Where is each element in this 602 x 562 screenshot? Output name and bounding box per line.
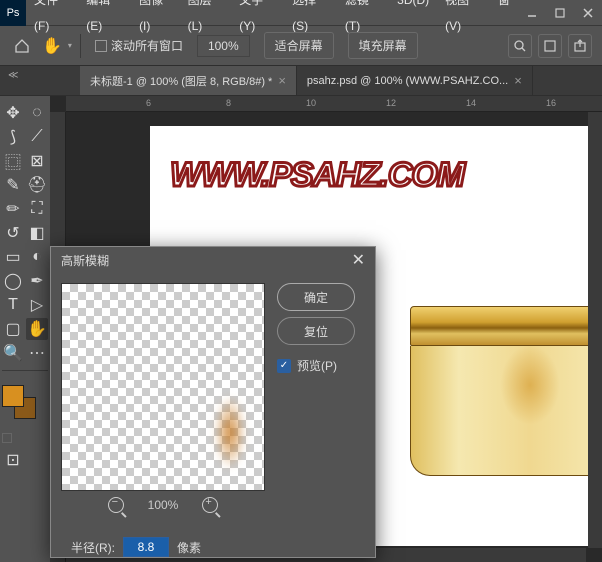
zoom-tool[interactable]: 🔍 (2, 342, 24, 364)
fill-screen-button[interactable]: 填充屏幕 (348, 32, 418, 59)
checkbox-icon (95, 40, 107, 52)
scroll-all-label: 滚动所有窗口 (111, 37, 183, 54)
healing-brush-tool[interactable]: ⛑ (26, 174, 48, 196)
frame-icon[interactable] (538, 34, 562, 58)
rectangle-tool[interactable]: ▢ (2, 318, 24, 340)
horizontal-ruler[interactable]: 6 8 10 12 14 16 (66, 96, 602, 112)
quick-select-tool[interactable]: ⟋ (26, 126, 48, 148)
jar-graphic (410, 306, 602, 476)
tool-preset-home[interactable] (10, 34, 34, 58)
preview-label: 预览(P) (297, 357, 337, 374)
screen-mode-icon[interactable]: ⊡ (2, 449, 24, 471)
pixels-label: 像素 (177, 539, 201, 556)
check-icon: ✓ (277, 359, 291, 373)
brush-tool[interactable]: ✏ (2, 198, 24, 220)
clone-stamp-tool[interactable]: ⛶ (26, 198, 48, 220)
foreground-color[interactable] (2, 385, 24, 407)
blur-preview[interactable] (61, 283, 265, 491)
document-tab-1[interactable]: 未标题-1 @ 100% (图层 8, RGB/8#) * × (80, 66, 297, 95)
preview-zoom-level: 100% (148, 498, 179, 512)
marquee-tool[interactable]: ◌ (26, 102, 48, 124)
dodge-tool[interactable]: ◯ (2, 270, 24, 292)
app-logo: Ps (0, 0, 26, 26)
menu-edit[interactable]: 编辑(E) (78, 0, 131, 39)
frame-tool[interactable]: ⊠ (26, 150, 48, 172)
zoom-level-input[interactable]: 100% (197, 35, 250, 57)
dialog-titlebar[interactable]: 高斯模糊 ✕ (51, 247, 375, 273)
menu-view[interactable]: 视图(V) (437, 0, 490, 39)
tab-title: 未标题-1 @ 100% (图层 8, RGB/8#) * (90, 73, 272, 89)
maximize-button[interactable] (546, 0, 574, 26)
reset-button[interactable]: 复位 (277, 317, 355, 345)
crop-tool[interactable]: ⿴ (2, 150, 24, 172)
radius-input[interactable] (123, 537, 169, 557)
menu-image[interactable]: 图像(I) (131, 0, 180, 39)
expand-panels-icon[interactable]: ≪ (8, 70, 18, 81)
eyedropper-tool[interactable]: ✎ (2, 174, 24, 196)
vertical-scrollbar[interactable] (588, 112, 602, 548)
color-swatches[interactable] (2, 385, 42, 425)
blur-preview-content (214, 395, 246, 470)
watermark-text: WWW.PSAHZ.COM (170, 156, 464, 195)
close-icon[interactable]: ✕ (352, 250, 365, 270)
zoom-out-icon[interactable] (108, 497, 124, 513)
hand-tool-icon: ✋ (42, 36, 62, 56)
gaussian-blur-dialog: 高斯模糊 ✕ 100% 确定 复位 ✓ 预览(P) 半径(R): 像素 (50, 246, 376, 558)
ok-button[interactable]: 确定 (277, 283, 355, 311)
fit-screen-button[interactable]: 适合屏幕 (264, 32, 334, 59)
tab-title: psahz.psd @ 100% (WWW.PSAHZ.CO... (307, 75, 508, 87)
gradient-tool[interactable]: ▭ (2, 246, 24, 268)
share-icon[interactable] (568, 34, 592, 58)
dialog-title-text: 高斯模糊 (61, 252, 109, 269)
document-tabs: 未标题-1 @ 100% (图层 8, RGB/8#) * × psahz.ps… (0, 66, 602, 96)
close-icon[interactable]: × (514, 73, 522, 88)
move-tool[interactable]: ✥ (2, 102, 24, 124)
edit-toolbar[interactable]: ⋯ (26, 342, 48, 364)
minimize-button[interactable] (518, 0, 546, 26)
lasso-tool[interactable]: ⟆ (2, 126, 24, 148)
zoom-in-icon[interactable] (202, 497, 218, 513)
radius-label: 半径(R): (71, 539, 115, 556)
document-tab-2[interactable]: psahz.psd @ 100% (WWW.PSAHZ.CO... × (297, 66, 533, 95)
eraser-tool[interactable]: ◧ (26, 222, 48, 244)
pen-tool[interactable]: ✒ (26, 270, 48, 292)
type-tool[interactable]: T (2, 294, 24, 316)
tools-panel: ✥◌ ⟆⟋ ⿴⊠ ✎⛑ ✏⛶ ↺◧ ▭◐ ◯✒ T▷ ▢✋ 🔍⋯ ⊡ (0, 96, 50, 562)
window-controls (518, 0, 602, 26)
hand-tool[interactable]: ✋ (26, 318, 48, 340)
path-select-tool[interactable]: ▷ (26, 294, 48, 316)
menu-layer[interactable]: 图层(L) (180, 0, 232, 39)
preview-checkbox[interactable]: ✓ 预览(P) (277, 357, 355, 374)
dropdown-arrow-icon[interactable]: ▾ (68, 41, 72, 50)
close-button[interactable] (574, 0, 602, 26)
scroll-all-windows-checkbox[interactable]: 滚动所有窗口 (95, 37, 183, 54)
history-brush-tool[interactable]: ↺ (2, 222, 24, 244)
blur-tool[interactable]: ◐ (26, 246, 48, 268)
titlebar: Ps 文件(F) 编辑(E) 图像(I) 图层(L) 文字(Y) 选择(S) 滤… (0, 0, 602, 26)
search-icon[interactable] (508, 34, 532, 58)
close-icon[interactable]: × (278, 73, 286, 88)
quick-mask-icon[interactable] (2, 433, 12, 443)
